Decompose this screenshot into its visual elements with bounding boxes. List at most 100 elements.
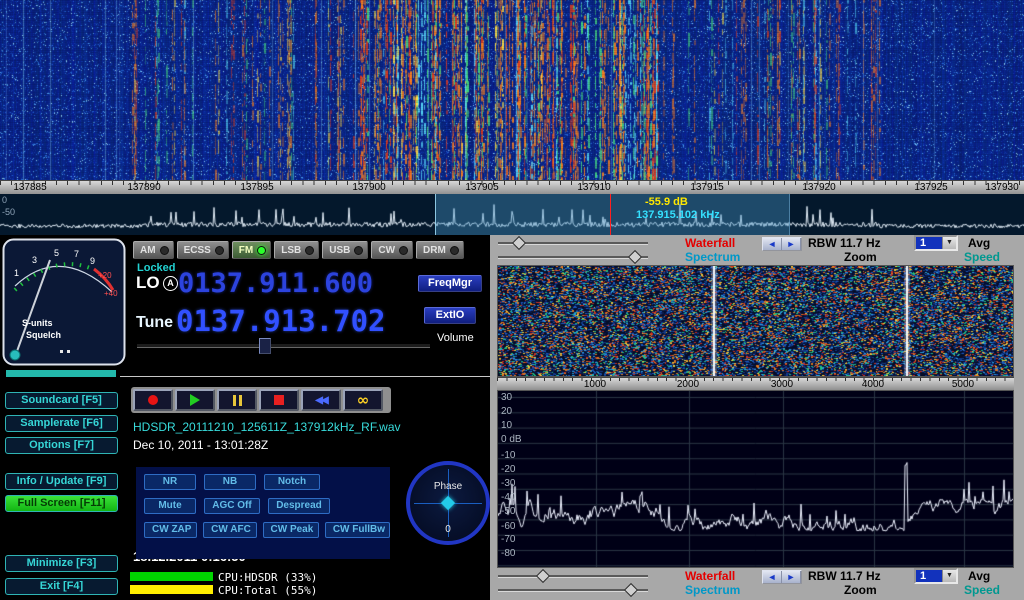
zoom-out-arrow-icon[interactable]: ◄ bbox=[763, 238, 782, 250]
phase-dial[interactable]: Phase 0 bbox=[406, 461, 490, 545]
mode-lsb-button[interactable]: LSB bbox=[274, 241, 319, 259]
mode-fm-button[interactable]: FM bbox=[232, 241, 271, 259]
speed-label: Speed bbox=[964, 250, 1000, 264]
avg-dropdown[interactable]: 1 ▼ bbox=[914, 235, 958, 251]
fullscreen-button[interactable]: Full Screen [F11] bbox=[5, 495, 118, 512]
volume-label: Volume bbox=[437, 332, 474, 344]
squelch-knob bbox=[10, 350, 20, 360]
stop-button[interactable] bbox=[259, 389, 299, 411]
waterfall-contrast-slider[interactable] bbox=[498, 237, 648, 249]
soundcard-button[interactable]: Soundcard [F5] bbox=[5, 392, 118, 409]
svg-text:S-units: S-units bbox=[22, 318, 53, 328]
agc-button[interactable]: AGC Off bbox=[204, 498, 260, 514]
slider-thumb[interactable] bbox=[512, 236, 526, 250]
zoom-in-arrow-icon[interactable]: ► bbox=[782, 238, 801, 250]
slider-thumb[interactable] bbox=[624, 583, 638, 597]
freq-scale-label: 137895 bbox=[240, 182, 273, 193]
speed-label: Speed bbox=[964, 583, 1000, 597]
passband-selection[interactable] bbox=[435, 194, 790, 235]
db-label: 30 bbox=[501, 392, 512, 403]
freq-scale-label: 137915 bbox=[690, 182, 723, 193]
main-waterfall-display[interactable] bbox=[0, 0, 1024, 180]
lo-frequency-display[interactable]: 0137.911.600 bbox=[178, 268, 373, 299]
zoom-out-arrow-icon[interactable]: ◄ bbox=[763, 571, 782, 583]
tune-label: Tune bbox=[136, 314, 173, 332]
svg-text:Squelch: Squelch bbox=[26, 330, 61, 340]
top-display-controls: Waterfall Spectrum ◄► RBW 11.7 Hz Zoom 1… bbox=[490, 235, 1024, 265]
mode-usb-button[interactable]: USB bbox=[322, 241, 368, 259]
options-button[interactable]: Options [F7] bbox=[5, 437, 118, 454]
freq-scale-label: 137905 bbox=[465, 182, 498, 193]
svg-text:+40: +40 bbox=[104, 289, 118, 298]
minimize-button[interactable]: Minimize [F3] bbox=[5, 555, 118, 572]
mode-ecss-button[interactable]: ECSS bbox=[177, 241, 229, 259]
chevron-down-icon[interactable]: ▼ bbox=[942, 237, 956, 249]
waterfall-contrast-slider[interactable] bbox=[498, 570, 648, 582]
freq-scale-label: 137930 bbox=[985, 182, 1018, 193]
zoom-spin-buttons[interactable]: ◄► bbox=[762, 570, 802, 584]
freqmgr-button[interactable]: FreqMgr bbox=[418, 275, 482, 292]
mode-label: DRM bbox=[423, 245, 446, 256]
lo-label: LO bbox=[136, 273, 160, 293]
lo-lock-icon[interactable]: A bbox=[163, 276, 178, 291]
exit-button[interactable]: Exit [F4] bbox=[5, 578, 118, 595]
audio-spectrum-display[interactable] bbox=[498, 391, 1013, 567]
samplerate-button[interactable]: Samplerate [F6] bbox=[5, 415, 118, 432]
cw-afc-button[interactable]: CW AFC bbox=[203, 522, 256, 538]
extio-button[interactable]: ExtIO bbox=[424, 307, 476, 324]
svg-text:7: 7 bbox=[74, 249, 79, 259]
mode-drm-button[interactable]: DRM bbox=[416, 241, 464, 259]
nr-button[interactable]: NR bbox=[144, 474, 196, 490]
s-meter[interactable]: 1 3 5 7 9 +20 +40 S-units Squelch bbox=[2, 238, 126, 366]
play-button[interactable] bbox=[175, 389, 215, 411]
tune-frequency-display[interactable]: 0137.913.702 bbox=[176, 304, 386, 338]
mode-label: USB bbox=[329, 245, 350, 256]
squelch-level-bar[interactable] bbox=[6, 370, 116, 377]
cursor-freq-readout: 137.915.102 kHz bbox=[636, 209, 720, 221]
play-icon bbox=[190, 394, 200, 406]
main-spectrum-display[interactable]: 0 -50 -55.9 dB 137.915.102 kHz bbox=[0, 194, 1024, 235]
spectrum-tab[interactable]: Spectrum bbox=[685, 583, 740, 597]
af-slider-track[interactable] bbox=[120, 376, 492, 377]
mode-cw-button[interactable]: CW bbox=[371, 241, 413, 259]
avg-dropdown[interactable]: 1 ▼ bbox=[914, 568, 958, 584]
waterfall-tab[interactable]: Waterfall bbox=[685, 569, 735, 583]
avg-dropdown-value: 1 bbox=[916, 237, 942, 249]
db-scale-label: 0 bbox=[2, 195, 7, 205]
cursor-db-readout: -55.9 dB bbox=[645, 196, 688, 208]
spectrum-range-slider[interactable] bbox=[498, 584, 648, 596]
spectrum-range-slider[interactable] bbox=[498, 251, 648, 263]
svg-text:1: 1 bbox=[14, 268, 19, 278]
db-label: 0 dB bbox=[501, 434, 522, 445]
notch-button[interactable]: Notch bbox=[264, 474, 320, 490]
waterfall-tab[interactable]: Waterfall bbox=[685, 236, 735, 250]
mode-am-button[interactable]: AM bbox=[133, 241, 174, 259]
slider-thumb[interactable] bbox=[536, 569, 550, 583]
volume-slider-handle[interactable] bbox=[259, 338, 271, 354]
audio-scale-label: 1000 bbox=[584, 379, 606, 390]
slider-thumb[interactable] bbox=[628, 250, 642, 264]
chevron-down-icon[interactable]: ▼ bbox=[942, 570, 956, 582]
cw-zap-button[interactable]: CW ZAP bbox=[144, 522, 197, 538]
cw-fullbw-button[interactable]: CW FullBw bbox=[325, 522, 390, 538]
despread-button[interactable]: Despread bbox=[268, 498, 330, 514]
zoom-label: Zoom bbox=[844, 250, 877, 264]
recording-file-date: Dec 10, 2011 - 13:01:28Z bbox=[133, 438, 268, 452]
volume-slider[interactable] bbox=[137, 338, 430, 352]
spectrum-tab[interactable]: Spectrum bbox=[685, 250, 740, 264]
loop-button[interactable]: ∞ bbox=[343, 389, 383, 411]
audio-scale-label: 3000 bbox=[771, 379, 793, 390]
db-label: -80 bbox=[501, 548, 515, 559]
rewind-button[interactable]: ◀◀ bbox=[301, 389, 341, 411]
audio-waterfall-display[interactable] bbox=[498, 266, 1013, 376]
audio-frequency-scale[interactable]: 1000 2000 3000 4000 5000 bbox=[497, 377, 1014, 390]
record-button[interactable] bbox=[133, 389, 173, 411]
pause-button[interactable] bbox=[217, 389, 257, 411]
info-update-button[interactable]: Info / Update [F9] bbox=[5, 473, 118, 490]
main-frequency-scale[interactable]: 137885 137890 137895 137900 137905 13791… bbox=[0, 180, 1024, 194]
zoom-in-arrow-icon[interactable]: ► bbox=[782, 571, 801, 583]
nb-button[interactable]: NB bbox=[204, 474, 256, 490]
zoom-spin-buttons[interactable]: ◄► bbox=[762, 237, 802, 251]
mute-button[interactable]: Mute bbox=[144, 498, 196, 514]
cw-peak-button[interactable]: CW Peak bbox=[263, 522, 319, 538]
